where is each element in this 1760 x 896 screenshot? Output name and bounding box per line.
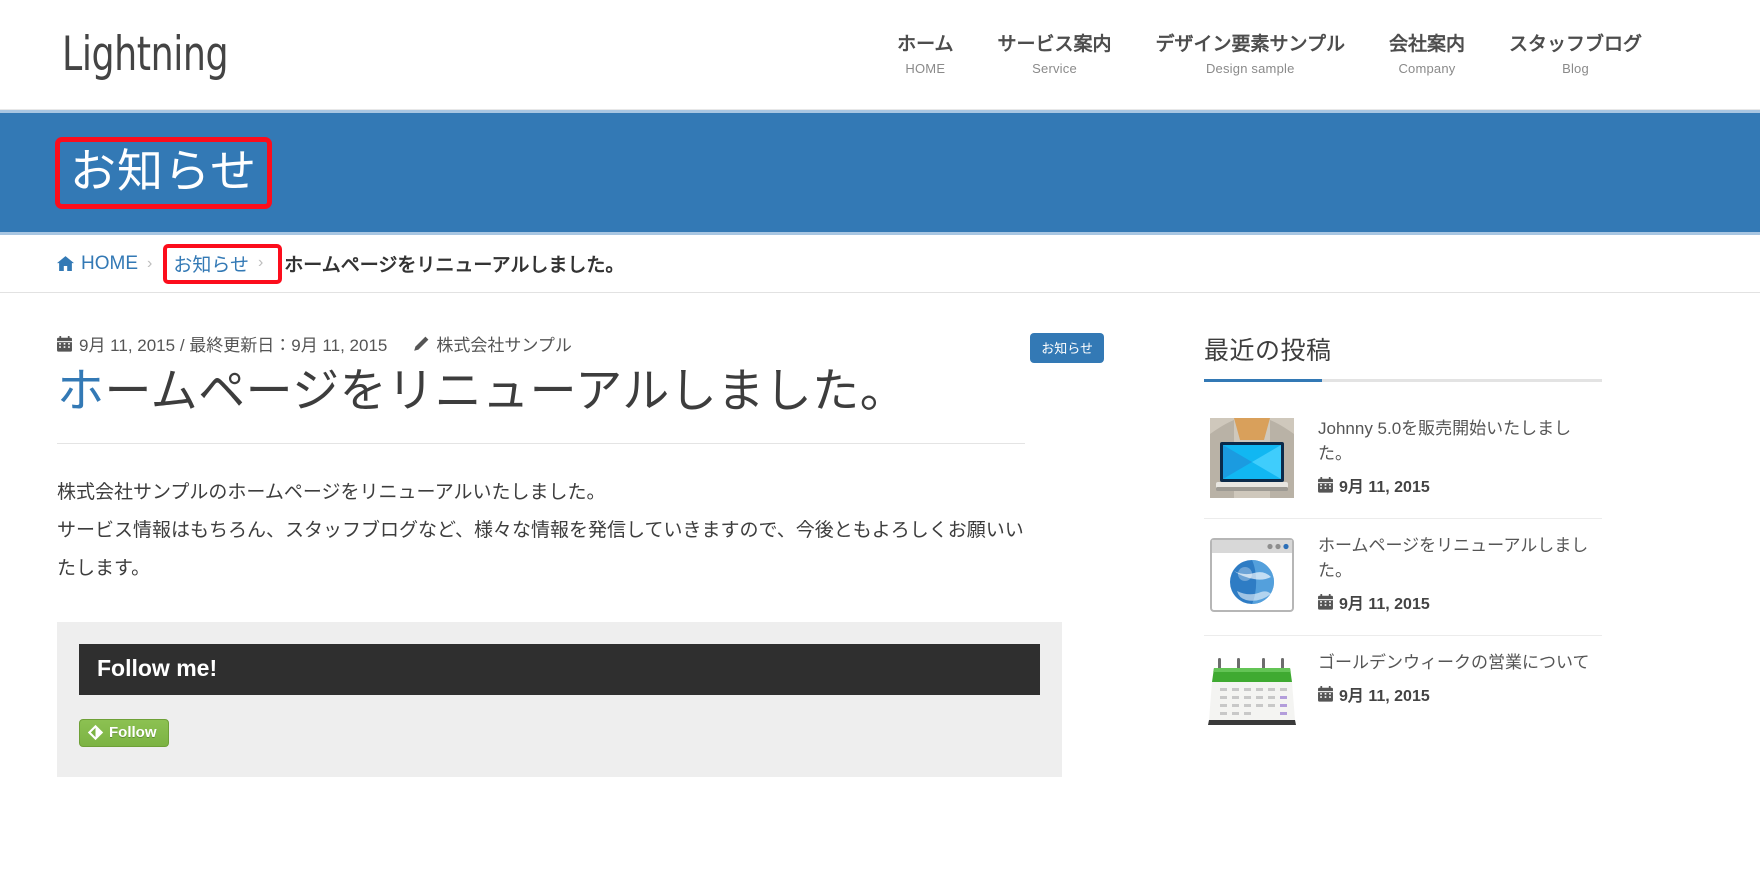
nav-item-company-sublabel: Company: [1398, 60, 1456, 76]
home-icon: [57, 256, 74, 271]
global-navigation: ホーム HOME サービス案内 Service デザイン要素サンプル Desig…: [875, 33, 1664, 76]
calendar-icon: [57, 335, 72, 352]
entry-date: 9月 11, 2015 / 最終更新日：9月 11, 2015: [79, 336, 388, 355]
sidebar: 最近の投稿 Johnny 5.0を販売開始いたしました。 9月 11, 2015…: [1142, 331, 1700, 777]
recent-post-date-label-3: 9月 11, 2015: [1339, 688, 1430, 706]
browser-globe-thumbnail: [1204, 533, 1300, 617]
nav-item-design-sample-sublabel: Design sample: [1205, 60, 1295, 76]
recent-post-item-3[interactable]: ゴールデンウィークの営業について 9月 11, 2015: [1204, 636, 1602, 752]
nav-item-home-sublabel: HOME: [905, 60, 946, 76]
nav-item-service-sublabel: Service: [1032, 60, 1077, 76]
entry-author: 株式会社サンプル: [436, 336, 572, 355]
breadcrumb-home-label: HOME: [81, 252, 138, 274]
laptop-person-thumbnail: [1204, 416, 1300, 500]
nav-item-service[interactable]: サービス案内 Service: [976, 33, 1134, 76]
follow-widget: Follow me! Follow: [57, 621, 1062, 777]
entry-author-group: 株式会社サンプル: [413, 331, 572, 356]
breadcrumb-current-page: ホームページをリニューアルしました。: [284, 255, 625, 276]
breadcrumb-home-link[interactable]: HOME: [57, 253, 138, 275]
recent-post-date-label-1: 9月 11, 2015: [1339, 479, 1430, 497]
breadcrumb-category-link[interactable]: お知らせ: [173, 250, 249, 277]
nav-item-home[interactable]: ホーム HOME: [875, 33, 975, 76]
entry-meta: 9月 11, 2015 / 最終更新日：9月 11, 2015 株式会社サンプル…: [57, 331, 1142, 363]
calendar-icon: [1318, 594, 1333, 610]
nav-item-company-label: 会社案内: [1388, 34, 1465, 56]
recent-post-text-3: ゴールデンウィークの営業について 9月 11, 2015: [1318, 650, 1602, 734]
nav-item-design-sample[interactable]: デザイン要素サンプル Design sample: [1134, 33, 1367, 76]
recent-post-date-1: 9月 11, 2015: [1318, 473, 1602, 497]
entry-title: ホームページをリニューアルしました。: [57, 362, 1142, 421]
breadcrumb: HOME › お知らせ › ホームページをリニューアルしました。: [0, 235, 1760, 293]
follow-widget-heading: Follow me!: [79, 643, 1040, 695]
nav-item-design-sample-label: デザイン要素サンプル: [1155, 34, 1345, 56]
feedly-follow-button[interactable]: Follow: [79, 718, 169, 747]
sidebar-title-divider: [1204, 379, 1602, 382]
recent-post-date-3: 9月 11, 2015: [1318, 682, 1602, 706]
recent-post-text-1: Johnny 5.0を販売開始いたしました。 9月 11, 2015: [1318, 416, 1602, 500]
pencil-icon: [413, 336, 429, 352]
recent-post-date-2: 9月 11, 2015: [1318, 590, 1602, 614]
nav-item-blog[interactable]: スタッフブログ Blog: [1487, 33, 1664, 76]
entry-title-accent: ホ: [57, 364, 105, 417]
recent-post-date-label-2: 9月 11, 2015: [1339, 596, 1430, 614]
recent-posts-list: Johnny 5.0を販売開始いたしました。 9月 11, 2015 ホームペー…: [1204, 402, 1700, 752]
entry-body: 株式会社サンプルのホームページをリニューアルいたしました。 サービス情報はもちろ…: [57, 474, 1032, 588]
recent-post-item-1[interactable]: Johnny 5.0を販売開始いたしました。 9月 11, 2015: [1204, 402, 1602, 519]
entry-body-line-2: サービス情報はもちろん、スタッフブログなど、様々な情報を発信していきますので、今…: [57, 519, 1024, 579]
nav-item-blog-sublabel: Blog: [1562, 60, 1589, 76]
entry-body-line-1: 株式会社サンプルのホームページをリニューアルいたしました。: [57, 481, 606, 503]
entry-category-badge[interactable]: お知らせ: [1030, 333, 1104, 363]
recent-post-title-2: ホームページをリニューアルしました。: [1318, 536, 1589, 581]
breadcrumb-separator-2: ›: [257, 254, 264, 271]
main-content: 9月 11, 2015 / 最終更新日：9月 11, 2015 株式会社サンプル…: [57, 331, 1142, 777]
content-wrapper: 9月 11, 2015 / 最終更新日：9月 11, 2015 株式会社サンプル…: [0, 293, 1760, 777]
breadcrumb-separator-1: ›: [147, 254, 153, 272]
recent-post-item-2[interactable]: ホームページをリニューアルしました。 9月 11, 2015: [1204, 519, 1602, 636]
site-header: Lightning ホーム HOME サービス案内 Service デザイン要素…: [0, 0, 1760, 110]
nav-item-home-label: ホーム: [897, 34, 954, 56]
page-root: Lightning ホーム HOME サービス案内 Service デザイン要素…: [0, 0, 1760, 896]
entry-title-rest: ームページをリニューアルしました。: [104, 364, 908, 417]
nav-item-blog-label: スタッフブログ: [1508, 34, 1642, 56]
nav-item-company[interactable]: 会社案内 Company: [1367, 33, 1487, 76]
page-title: お知らせ: [70, 144, 258, 197]
page-title-band: お知らせ: [0, 110, 1760, 235]
feedly-follow-button-label: Follow: [109, 723, 157, 741]
calendar-icon: [1318, 477, 1333, 493]
recent-post-title-3: ゴールデンウィークの営業について: [1318, 653, 1590, 672]
entry-title-divider: [57, 442, 1025, 444]
calendar-icon: [1318, 686, 1333, 702]
feedly-icon: [87, 724, 104, 741]
wall-calendar-thumbnail: [1204, 650, 1300, 734]
recent-post-text-2: ホームページをリニューアルしました。 9月 11, 2015: [1318, 533, 1602, 617]
annotation-highlight-breadcrumb-category: お知らせ ›: [163, 243, 283, 284]
nav-item-service-label: サービス案内: [997, 34, 1112, 56]
annotation-highlight-page-title: お知らせ: [55, 136, 273, 209]
recent-post-title-1: Johnny 5.0を販売開始いたしました。: [1318, 419, 1572, 464]
entry-date-group: 9月 11, 2015 / 最終更新日：9月 11, 2015: [57, 331, 387, 356]
sidebar-recent-posts-title: 最近の投稿: [1204, 337, 1332, 365]
site-logo[interactable]: Lightning: [62, 31, 229, 78]
